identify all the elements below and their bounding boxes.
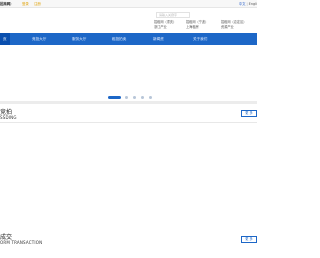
main-nav: 页 竞投大厅 服务大厅 租投拍卖 新闻资 关于我们 <box>0 33 257 45</box>
nav-bidding-hall[interactable]: 竞投大厅 <box>32 33 46 45</box>
site-link-zhejiang[interactable]: 浙江产业 <box>154 25 167 29</box>
section-subtitle: ORM TRANSACTION <box>0 240 43 245</box>
nav-news[interactable]: 新闻资 <box>153 33 164 45</box>
site-link-ningbo[interactable]: 招租网（宁波） <box>186 20 208 24</box>
search-input[interactable]: 请输入关键字 <box>156 12 190 18</box>
lang-separator: | <box>246 2 248 6</box>
site-name: 招商网） <box>0 2 14 6</box>
carousel-dot-1[interactable] <box>108 96 121 99</box>
section-rule <box>0 122 257 123</box>
top-bar: 招商网） 登录 注册 中文|Engli <box>0 0 257 8</box>
more-button[interactable]: 更 多 <box>241 236 257 243</box>
carousel-dot-3[interactable] <box>133 96 136 99</box>
site-link-resources[interactable]: 资源产业 <box>221 25 234 29</box>
language-switcher: 中文|Engli <box>239 1 257 6</box>
login-link[interactable]: 登录 <box>22 1 29 6</box>
site-link-shanghai[interactable]: 上海租房 <box>186 25 199 29</box>
site-link-jiading[interactable]: 招租网（嘉定区） <box>221 20 247 24</box>
nav-auction[interactable]: 租投拍卖 <box>112 33 126 45</box>
lang-zh-link[interactable]: 中文 <box>239 2 246 6</box>
transaction-section: 成交 ORM TRANSACTION 更 多 <box>0 228 257 258</box>
carousel-dot-2[interactable] <box>125 96 128 99</box>
section-subtitle: SSDING <box>0 115 17 120</box>
site-link-chongqing[interactable]: 招租网（重庆） <box>154 20 176 24</box>
nav-home[interactable]: 页 <box>0 33 10 45</box>
banner-carousel <box>0 45 257 101</box>
register-link[interactable]: 注册 <box>34 1 41 6</box>
more-button[interactable]: 更 多 <box>241 110 257 117</box>
bidding-section: 竞拍 SSDING 更 多 <box>0 104 257 224</box>
nav-about[interactable]: 关于我们 <box>193 33 207 45</box>
lang-en-link[interactable]: Engli <box>249 2 257 6</box>
nav-service-hall[interactable]: 服务大厅 <box>72 33 86 45</box>
carousel-dot-5[interactable] <box>149 96 152 99</box>
carousel-dot-4[interactable] <box>141 96 144 99</box>
